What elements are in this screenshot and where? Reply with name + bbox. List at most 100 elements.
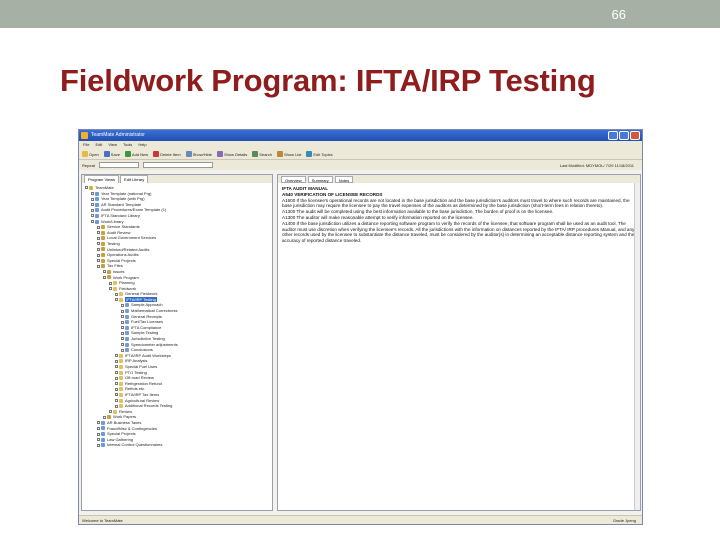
expand-icon[interactable] [91,197,94,201]
expand-icon[interactable] [109,281,112,285]
expand-icon[interactable] [97,236,100,240]
tab-edit-library[interactable]: Edit Library [120,175,149,183]
folder-icon [119,297,123,302]
expand-icon[interactable] [97,421,100,425]
maximize-icon[interactable] [619,131,629,140]
tab-overview[interactable]: Overview [281,175,306,183]
expand-icon[interactable] [97,247,100,251]
expand-icon[interactable] [91,203,94,207]
expand-icon[interactable] [115,393,118,397]
secondary-combo[interactable] [142,162,213,168]
expand-icon[interactable] [121,309,124,313]
expand-icon[interactable] [115,354,118,358]
menu-item-file[interactable]: File [83,141,89,149]
expand-icon[interactable] [97,438,100,442]
show-list-button[interactable]: Show List [276,151,301,157]
tree-item-label: Unlinked/Related Audits [107,246,150,252]
tree-item-label: Agricultural Review [125,397,160,403]
folder-icon [119,392,123,397]
expand-icon[interactable] [121,315,124,319]
search-button[interactable]: Search [252,151,272,157]
window-controls [608,131,640,140]
add-new-button[interactable]: Add New [124,151,148,157]
tree-item-label: Local Government Services [107,235,157,241]
tab-notes[interactable]: Notes [334,175,354,183]
open-button[interactable]: Open [82,151,99,157]
expand-icon[interactable] [115,376,118,380]
folder-icon [125,325,129,330]
folder-icon [119,404,123,409]
menu-item-help[interactable]: Help [138,141,146,149]
expand-icon[interactable] [97,231,100,235]
repeat-combo[interactable] [98,162,139,168]
expand-icon[interactable] [115,298,118,302]
expand-icon[interactable] [97,242,100,246]
close-icon[interactable] [630,131,640,140]
repeat-label: Repeat [82,162,95,168]
detail-scrollbar[interactable] [634,183,640,510]
application-screenshot: TeamMate Administrator File Edit View Tools… [78,129,643,525]
expand-icon[interactable] [121,331,124,335]
expand-icon[interactable] [97,432,100,436]
delete-item-button[interactable]: Delete Item [153,151,181,157]
expand-icon[interactable] [91,192,94,196]
expand-icon[interactable] [121,343,124,347]
tab-summary[interactable]: Summary [307,175,333,183]
expand-icon[interactable] [121,303,124,307]
expand-icon[interactable] [115,387,118,391]
expand-icon[interactable] [121,348,124,352]
expand-icon[interactable] [115,359,118,363]
expand-icon[interactable] [103,415,106,419]
expand-icon[interactable] [121,320,124,324]
tab-program-views[interactable]: Program Views [84,175,120,183]
folder-icon [113,281,117,286]
expand-icon[interactable] [91,214,94,218]
expand-icon[interactable] [103,270,106,274]
menu-bar: File Edit View Tools Help [79,141,642,149]
menu-item-view[interactable]: View [108,141,117,149]
tree-item-label: Work/Library [101,218,124,224]
tree-item-label: Fieldwork [119,285,137,291]
slide-number: 66 [611,7,626,22]
expand-icon[interactable] [97,443,100,447]
expand-icon[interactable] [115,292,118,296]
expand-icon[interactable] [97,225,100,229]
show-details-button[interactable]: Show Details [216,151,247,157]
expand-icon[interactable] [97,259,100,263]
expand-icon[interactable] [97,426,100,430]
folder-icon [95,208,99,213]
expand-icon[interactable] [115,382,118,386]
tree-item-label: Additional Records Testing [125,403,173,409]
folder-icon [95,197,99,202]
tree-item-label: Year Template (national Prg) [101,190,152,196]
expand-icon[interactable] [109,287,112,291]
expand-icon[interactable] [97,264,100,268]
folder-icon [95,191,99,196]
toolbar-label: Search [259,151,272,157]
minimize-icon[interactable] [608,131,618,140]
expand-icon[interactable] [115,371,118,375]
expand-icon[interactable] [115,365,118,369]
procedure-document[interactable]: IFTA AUDIT MANUAL A540 VERIFICATION OF L… [278,183,640,247]
save-button[interactable]: Save [103,151,120,157]
menu-item-tools[interactable]: Tools [123,141,132,149]
expand-icon[interactable] [103,275,106,279]
tree-item-label: Special Fuel Uses [125,364,158,369]
toolbar-label: Edit Topics [313,151,333,157]
expand-icon[interactable] [121,337,124,341]
expand-icon[interactable] [115,404,118,408]
menu-item-edit[interactable]: Edit [95,141,102,149]
expand-icon[interactable] [109,410,112,414]
expand-icon[interactable] [91,220,94,223]
expand-icon[interactable] [121,326,124,330]
show-hide-button[interactable]: Show/Hide [185,151,212,157]
folder-icon [119,381,123,386]
expand-icon[interactable] [97,253,100,257]
expand-icon[interactable] [91,208,94,212]
folder-icon [101,236,105,241]
folder-icon [125,331,129,336]
expand-icon[interactable] [115,399,118,402]
tree-item[interactable]: Internal Control Questionnaires [82,442,272,448]
edit-topics-button[interactable]: Edit Topics [306,151,333,157]
expand-icon[interactable] [85,186,88,190]
